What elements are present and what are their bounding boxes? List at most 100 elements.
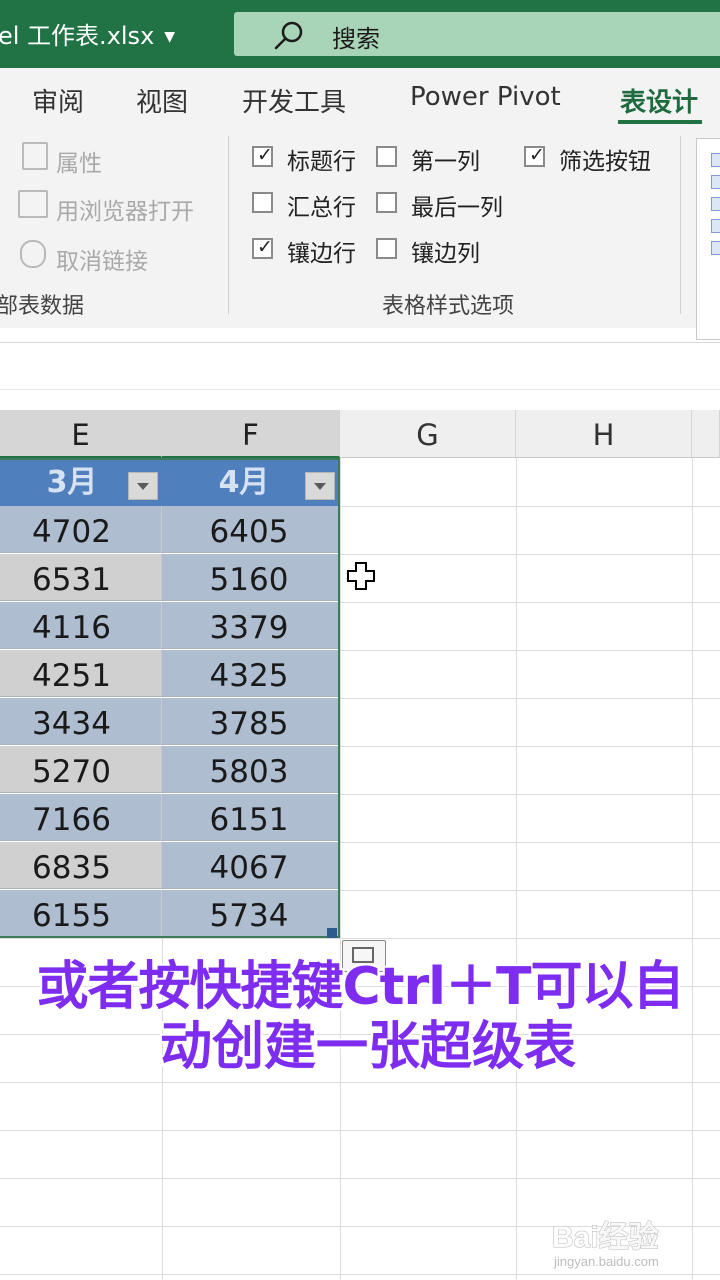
column-header-f[interactable]: F (162, 410, 340, 458)
style-swatch (711, 197, 720, 211)
grid-column-line (692, 458, 693, 1280)
grid-row-line (0, 1274, 720, 1275)
column-header-e[interactable]: E (0, 410, 162, 458)
column-header-g[interactable]: G (340, 410, 516, 458)
table-cell-april[interactable]: 4325 (162, 650, 340, 697)
open-in-browser-button[interactable]: 用浏览器打开 (56, 192, 194, 226)
style-swatch (711, 175, 720, 189)
checkmark-icon: ✓ (257, 144, 273, 166)
checkmark-icon: ✓ (529, 144, 545, 166)
table-row: 6835 4067 (0, 842, 340, 890)
table-cell-march[interactable]: 4251 (0, 650, 162, 697)
unlink-icon (20, 240, 46, 268)
column-header-next[interactable] (692, 410, 720, 458)
search-label: 搜索 (332, 25, 380, 53)
checkbox-banded-rows[interactable]: ✓ (252, 236, 273, 259)
search-icon (274, 21, 303, 50)
group-divider (680, 136, 681, 314)
table-row: 4702 6405 (0, 506, 340, 554)
table-row: 3434 3785 (0, 698, 340, 746)
style-swatch (711, 153, 720, 167)
table-cell-march[interactable]: 6155 (0, 890, 162, 937)
table-row: 4116 3379 (0, 602, 340, 650)
grid-row-line (0, 1082, 720, 1083)
tab-power-pivot[interactable]: Power Pivot (410, 82, 561, 112)
group-label-external-data: 部表数据 (0, 294, 85, 319)
data-table[interactable]: 3月 4月 4702 6405 6531 5160 4116 3379 4251 4325 34… (0, 458, 340, 938)
table-cell-april[interactable]: 4067 (162, 842, 340, 889)
label-last-column: 最后一列 (411, 195, 503, 221)
chevron-down-icon[interactable]: ▼ (164, 29, 175, 45)
group-label-table-style-options: 表格样式选项 (382, 294, 515, 319)
table-resize-handle[interactable] (327, 928, 337, 938)
grid-column-line (340, 458, 341, 1280)
grid-row-line (0, 1130, 720, 1131)
ribbon: 审阅 视图 开发工具 Power Pivot 表设计 属性 用浏览器打开 取消链… (0, 68, 720, 340)
tab-developer[interactable]: 开发工具 (242, 82, 346, 119)
active-tab-indicator (618, 120, 702, 124)
dropdown-arrow-icon (314, 483, 326, 490)
checkbox-last-column[interactable] (376, 192, 397, 213)
checkbox-banded-columns[interactable] (376, 238, 397, 259)
table-row: 5270 5803 (0, 746, 340, 794)
grid-column-line (516, 458, 517, 1280)
table-cell-march[interactable]: 6531 (0, 554, 162, 601)
ribbon-tabs: 审阅 视图 开发工具 Power Pivot 表设计 (0, 68, 720, 130)
checkbox-header-row[interactable]: ✓ (252, 144, 273, 167)
table-cell-march[interactable]: 5270 (0, 746, 162, 793)
column-header-h[interactable]: H (516, 410, 692, 458)
search-box[interactable]: 搜索 (234, 12, 720, 56)
checkbox-total-row[interactable] (252, 192, 273, 213)
table-row: 6155 5734 (0, 890, 340, 938)
tab-review[interactable]: 审阅 (32, 82, 84, 119)
filter-dropdown-button[interactable] (128, 472, 158, 500)
table-cell-april[interactable]: 3379 (162, 602, 340, 649)
file-name-text: el 工作表.xlsx (0, 22, 155, 50)
baidu-jingyan-watermark: Bai经验 jingyan.baidu.com (552, 1212, 660, 1270)
tab-table-design[interactable]: 表设计 (620, 82, 698, 119)
label-total-row: 汇总行 (287, 195, 356, 221)
table-cell-march[interactable]: 4116 (0, 602, 162, 649)
label-header-row: 标题行 (287, 149, 356, 175)
table-cell-april[interactable]: 3785 (162, 698, 340, 745)
table-cell-march[interactable]: 7166 (0, 794, 162, 841)
title-bar: el 工作表.xlsx ▼ 搜索 (0, 0, 720, 68)
unlink-button[interactable]: 取消链接 (56, 242, 148, 276)
checkbox-filter-button[interactable]: ✓ (524, 144, 545, 167)
table-cell-april[interactable]: 6405 (162, 506, 340, 553)
label-banded-columns: 镶边列 (411, 241, 480, 267)
open-in-browser-icon (18, 190, 48, 218)
watermark-url: jingyan.baidu.com (554, 1254, 659, 1269)
checkbox-first-column[interactable] (376, 146, 397, 167)
table-cell-march[interactable]: 4702 (0, 506, 162, 553)
formula-bar[interactable] (0, 342, 720, 390)
table-cell-april[interactable]: 6151 (162, 794, 340, 841)
caption-line-2: 动创建一张超级表 (158, 1015, 578, 1079)
grid-row-line (0, 938, 720, 939)
label-banded-rows: 镶边行 (287, 241, 356, 267)
table-row: 4251 4325 (0, 650, 340, 698)
tab-view[interactable]: 视图 (136, 82, 188, 119)
style-swatch (711, 241, 720, 255)
table-row: 7166 6151 (0, 794, 340, 842)
dropdown-arrow-icon (137, 483, 149, 490)
group-divider (228, 136, 229, 314)
table-cell-march[interactable]: 6835 (0, 842, 162, 889)
table-cell-april[interactable]: 5734 (162, 890, 340, 937)
file-name[interactable]: el 工作表.xlsx ▼ (0, 16, 175, 51)
properties-button[interactable]: 属性 (56, 144, 102, 178)
filter-dropdown-button[interactable] (305, 472, 335, 500)
table-header-row: 3月 4月 (0, 458, 340, 506)
cell-select-cursor-icon (347, 562, 375, 590)
watermark-brand: Bai经验 (552, 1221, 660, 1255)
grid-row-line (0, 1178, 720, 1179)
label-first-column: 第一列 (411, 149, 480, 175)
properties-icon (22, 142, 48, 170)
checkmark-icon: ✓ (257, 236, 273, 258)
table-style-gallery[interactable] (696, 138, 720, 340)
table-cell-march[interactable]: 3434 (0, 698, 162, 745)
table-cell-april[interactable]: 5160 (162, 554, 340, 601)
style-swatch (711, 219, 720, 233)
table-row: 6531 5160 (0, 554, 340, 602)
table-cell-april[interactable]: 5803 (162, 746, 340, 793)
